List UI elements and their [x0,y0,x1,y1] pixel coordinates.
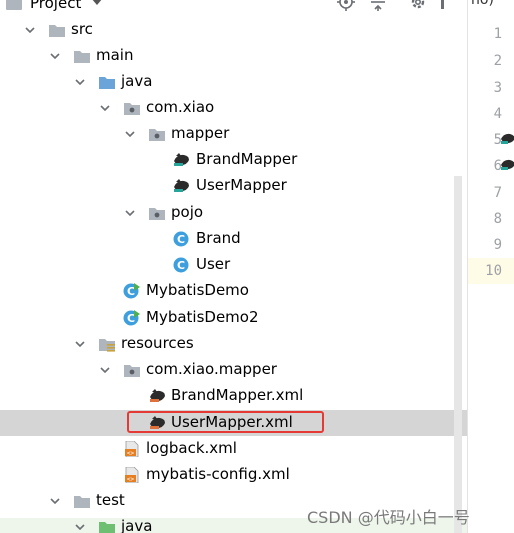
tree-row-src[interactable]: src [0,17,467,43]
tree-label-com-xiao: com.xiao [146,98,215,116]
svg-text:C: C [127,285,135,298]
tree-label-logback-xml: logback.xml [146,439,237,457]
tree-label-main: main [96,46,134,64]
tree-row-com-xiao[interactable]: com.xiao [0,95,467,121]
tree-label-java: java [121,72,153,90]
locate-file-icon[interactable] [336,0,356,12]
tree-label-user: User [196,255,231,273]
package-icon [124,365,140,377]
tree-label-mybatis-config-xml: mybatis-config.xml [146,465,290,483]
project-view-dropdown-icon[interactable] [91,0,103,5]
tree-row-java[interactable]: java [0,69,467,95]
svg-text:C: C [127,312,135,325]
tree-row-logback-xml[interactable]: <> logback.xml [0,436,467,462]
class-icon: C [173,231,189,247]
main-class-icon: C [123,310,140,326]
project-folder-icon [6,0,22,10]
tree-label-com-xiao-mapper: com.xiao.mapper [146,360,277,378]
editor-gutter: no) 1 2 3 4 5 6 7 8 9 10 [468,0,514,533]
tree-row-main[interactable]: main [0,43,467,69]
tree-label-mybatis-demo2: MybatisDemo2 [146,308,259,326]
tree-row-brand[interactable]: C Brand [0,226,467,252]
package-icon [149,208,165,220]
tree-label-brand: Brand [196,229,241,247]
xml-file-icon: <> [125,441,139,457]
line-number: 5 [493,132,502,148]
xml-file-icon: <> [125,467,139,483]
chevron-down-icon[interactable] [74,76,86,88]
tree-row-mapper[interactable]: mapper [0,121,467,147]
mybatis-mapper-icon [174,179,189,192]
chevron-down-icon[interactable] [74,521,86,533]
tree-label-test-java: java [121,517,153,533]
tree-row-mybatis-demo2[interactable]: C MybatisDemo2 [0,305,467,331]
main-class-icon: C [123,283,140,299]
mybatis-gutter-icon[interactable] [501,131,514,145]
tree-label-mapper: mapper [171,124,230,142]
line-number: 9 [493,237,502,253]
editor-tab-partial[interactable]: no) [471,0,494,8]
chevron-down-icon[interactable] [49,50,61,62]
resources-folder-icon [99,339,115,352]
chevron-down-icon[interactable] [99,102,111,114]
tree-row-user[interactable]: C User [0,252,467,278]
chevron-down-icon[interactable] [49,495,61,507]
project-toolbar: Project [0,0,467,16]
tree-label-test: test [96,491,125,509]
tree-label-brand-mapper-xml: BrandMapper.xml [171,386,304,404]
mybatis-mapper-icon [174,153,189,166]
project-view-label[interactable]: Project [30,0,81,12]
tree-label-mybatis-demo: MybatisDemo [146,281,249,299]
chevron-down-icon[interactable] [99,364,111,376]
tree-row-mybatis-config-xml[interactable]: <> mybatis-config.xml [0,462,467,488]
line-number: 4 [493,106,502,122]
tree-label-brand-mapper: BrandMapper [196,150,298,168]
test-source-folder-icon [99,522,115,533]
ide-window: Project src main java com.xiao mapper Br… [0,0,514,533]
tree-row-mybatis-demo[interactable]: C MybatisDemo [0,278,467,304]
annotation-highlight-box [127,411,324,433]
chevron-down-icon[interactable] [24,24,36,36]
package-icon [124,103,140,115]
folder-icon [74,496,90,508]
tree-label-resources: resources [121,334,194,352]
folder-icon [74,51,90,63]
svg-text:<>: <> [127,450,135,457]
mybatis-xml-icon [150,389,165,402]
chevron-down-icon[interactable] [124,207,136,219]
csdn-watermark: CSDN @代码小白一号 [307,508,470,527]
line-number: 10 [485,263,502,279]
hide-panel-icon[interactable] [440,0,446,12]
tree-row-brand-mapper[interactable]: BrandMapper [0,147,467,173]
tree-label-user-mapper: UserMapper [196,176,287,194]
tree-scrollbar[interactable] [454,176,462,533]
source-folder-icon [99,77,115,89]
collapse-all-icon[interactable] [368,0,388,12]
line-number: 3 [493,80,502,96]
tree-label-pojo: pojo [171,203,204,221]
svg-text:C: C [177,233,185,246]
line-number: 1 [493,26,502,42]
line-number: 7 [493,185,502,201]
tree-row-pojo[interactable]: pojo [0,200,467,226]
class-icon: C [173,257,189,273]
tree-label-src: src [71,20,93,38]
chevron-down-icon[interactable] [124,128,136,140]
gear-icon[interactable] [408,0,428,12]
package-icon [149,129,165,141]
mybatis-gutter-icon[interactable] [501,157,514,171]
tree-row-brand-mapper-xml[interactable]: BrandMapper.xml [0,383,467,409]
tree-row-resources[interactable]: resources [0,331,467,357]
folder-icon [49,25,65,37]
line-number: 8 [493,211,502,227]
svg-text:C: C [177,259,185,272]
line-number: 6 [493,158,502,174]
tree-row-user-mapper[interactable]: UserMapper [0,173,467,199]
svg-text:<>: <> [127,476,135,483]
tree-row-com-xiao-mapper[interactable]: com.xiao.mapper [0,357,467,383]
line-number: 2 [493,53,502,69]
chevron-down-icon[interactable] [74,338,86,350]
